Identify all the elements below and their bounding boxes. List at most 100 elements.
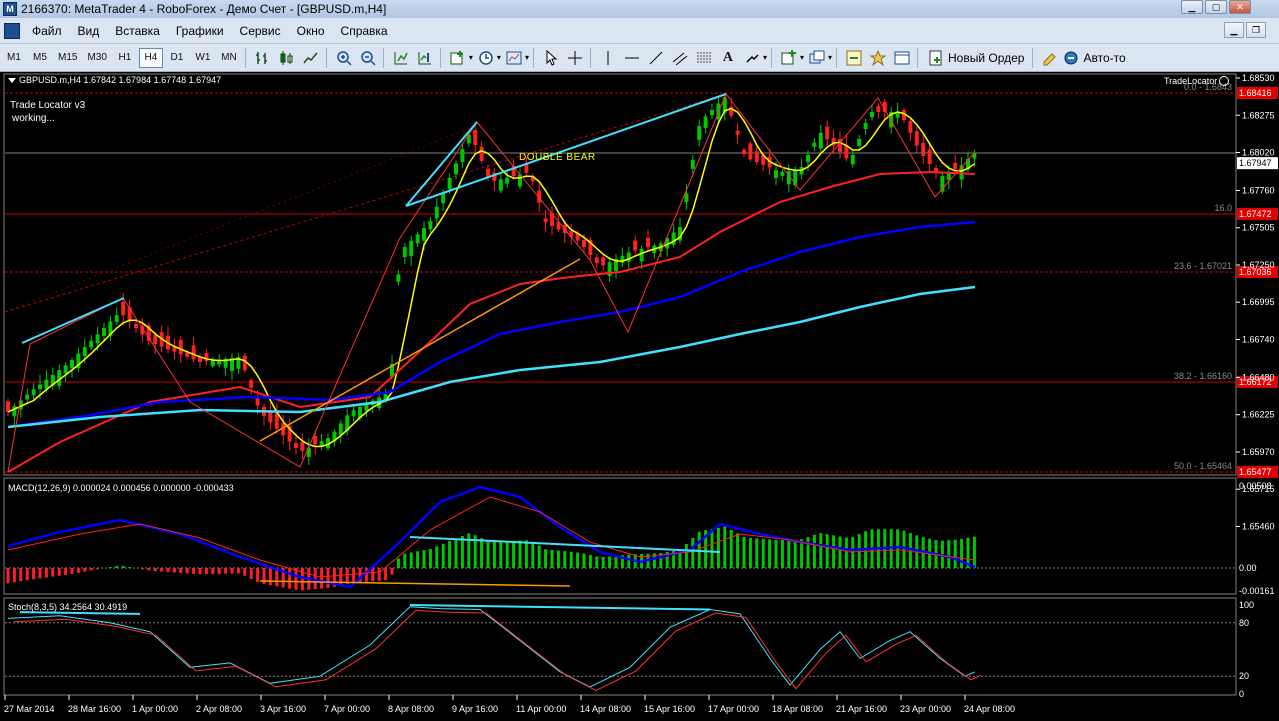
text-icon[interactable]: A <box>717 47 739 69</box>
macd-histogram-bar <box>748 537 752 568</box>
line-chart-icon[interactable] <box>300 47 322 69</box>
autotrading-button[interactable]: Авто-то <box>1063 47 1126 69</box>
macd-histogram-bar <box>38 568 42 579</box>
macd-histogram-bar <box>531 541 535 568</box>
bull-candle <box>63 365 68 374</box>
macd-histogram-bar <box>569 551 573 568</box>
time-tick-label: 11 Apr 00:00 <box>516 704 566 714</box>
macd-histogram-bar <box>147 568 151 571</box>
time-tick-label: 14 Apr 08:00 <box>580 704 631 714</box>
zoom-in-icon[interactable] <box>333 47 355 69</box>
macd-histogram-bar <box>256 568 260 583</box>
zoom-out-icon[interactable] <box>357 47 379 69</box>
bull-candle <box>415 234 420 244</box>
macd-histogram-bar <box>467 533 471 568</box>
tf-h4[interactable]: H4 <box>138 47 163 68</box>
trendline-icon[interactable] <box>645 47 667 69</box>
macd-header: MACD(12,26,9) 0.000024 0.000456 0.000000… <box>8 483 234 493</box>
macd-histogram-bar <box>857 534 861 568</box>
macd-histogram-bar <box>537 545 541 568</box>
price-chart[interactable]: 0.0 - 1.68431.6841616.01.6747223.6 - 1.6… <box>0 72 1279 721</box>
macd-histogram-bar <box>403 553 407 568</box>
menu-window[interactable]: Окно <box>291 24 335 38</box>
stoch-pane: 100 80 20 0 <box>5 600 1254 699</box>
macd-histogram-bar <box>192 568 196 574</box>
macd-histogram-bar <box>384 568 388 581</box>
tf-h1[interactable]: H1 <box>113 48 137 68</box>
macd-histogram-bar <box>793 539 797 568</box>
menu-file[interactable]: Файл <box>26 24 72 38</box>
menu-view[interactable]: Вид <box>72 24 110 38</box>
tf-m30[interactable]: M30 <box>83 48 110 68</box>
chart-shift-icon[interactable] <box>414 47 436 69</box>
periods-clock-icon[interactable] <box>475 47 497 69</box>
time-tick-label: 8 Apr 08:00 <box>388 704 434 714</box>
close-button[interactable]: ✕ <box>1229 0 1251 14</box>
bull-candle <box>210 360 215 367</box>
tf-m5[interactable]: M5 <box>28 48 52 68</box>
bar-chart-icon[interactable] <box>252 47 274 69</box>
menu-help[interactable]: Справка <box>335 24 398 38</box>
tf-m1[interactable]: M1 <box>2 48 26 68</box>
macd-histogram-bar <box>51 568 55 577</box>
settings-gear-icon[interactable] <box>1219 76 1229 86</box>
macd-histogram-bar <box>544 549 548 568</box>
time-tick-label: 7 Apr 00:00 <box>324 704 370 714</box>
bull-candle <box>812 142 817 147</box>
cursor-icon[interactable] <box>540 47 562 69</box>
macd-histogram-bar <box>742 536 746 568</box>
tf-mn[interactable]: MN <box>217 48 241 68</box>
bull-candle <box>639 248 644 262</box>
macd-histogram-bar <box>172 568 176 573</box>
macd-axis-label: -0.00161 <box>1239 586 1275 596</box>
menu-tools[interactable]: Сервис <box>234 24 291 38</box>
chart-window[interactable]: 0.0 - 1.6843 1.68416 16.0 1.67472 23.6 - 1.6… <box>0 72 1279 721</box>
bull-candle <box>396 274 401 282</box>
time-tick-label: 18 Apr 08:00 <box>772 704 823 714</box>
price-tick-label: 1.66740 <box>1242 334 1275 344</box>
channel-icon[interactable] <box>669 47 691 69</box>
maximize-button[interactable]: ▢ <box>1205 0 1227 14</box>
menu-charts[interactable]: Графики <box>170 24 234 38</box>
macd-histogram-bar <box>25 568 29 581</box>
vertical-line-icon[interactable] <box>597 47 619 69</box>
templates-icon[interactable] <box>503 47 525 69</box>
macd-histogram-bar <box>595 556 599 568</box>
time-tick-label: 15 Apr 16:00 <box>644 704 695 714</box>
profiles-icon[interactable] <box>806 47 828 69</box>
child-restore-button[interactable]: ❐ <box>1246 22 1266 38</box>
time-tick-label: 3 Apr 16:00 <box>260 704 306 714</box>
horizontal-line-icon[interactable] <box>621 47 643 69</box>
bear-candle <box>646 237 650 248</box>
child-minimize-button[interactable]: ▁ <box>1224 22 1244 38</box>
indicators-icon[interactable] <box>447 47 469 69</box>
time-tick-label: 28 Mar 16:00 <box>68 704 121 714</box>
tf-w1[interactable]: W1 <box>191 48 215 68</box>
bull-candle <box>703 116 708 128</box>
bear-candle <box>313 435 318 445</box>
macd-histogram-bar <box>249 568 253 579</box>
main-pane-border <box>3 73 1237 476</box>
tf-d1[interactable]: D1 <box>165 48 189 68</box>
minimize-button[interactable]: ▁ <box>1181 0 1203 14</box>
bear-candle <box>294 443 298 448</box>
crosshair-icon[interactable] <box>564 47 586 69</box>
tradelocator-panel-label[interactable]: TradeLocator <box>1164 76 1217 86</box>
new-order-button[interactable]: Новый Ордер <box>928 47 1024 69</box>
market-watch-icon[interactable] <box>843 47 865 69</box>
macd-pane-border <box>3 477 1237 595</box>
price-tick-label: 1.68275 <box>1242 110 1275 120</box>
metaeditor-icon[interactable] <box>1039 47 1061 69</box>
candle-chart-icon[interactable] <box>276 47 298 69</box>
macd-histogram-bar <box>480 538 484 568</box>
fibonacci-icon[interactable] <box>693 47 715 69</box>
current-price-tag-label: 1.67947 <box>1239 158 1272 168</box>
navigator-icon[interactable] <box>867 47 889 69</box>
new-chart-icon[interactable] <box>778 47 800 69</box>
tf-m15[interactable]: M15 <box>54 48 81 68</box>
menu-insert[interactable]: Вставка <box>109 24 170 38</box>
bull-candle <box>697 126 702 140</box>
arrows-icon[interactable] <box>741 47 763 69</box>
terminal-icon[interactable] <box>891 47 913 69</box>
autoscroll-icon[interactable] <box>390 47 412 69</box>
